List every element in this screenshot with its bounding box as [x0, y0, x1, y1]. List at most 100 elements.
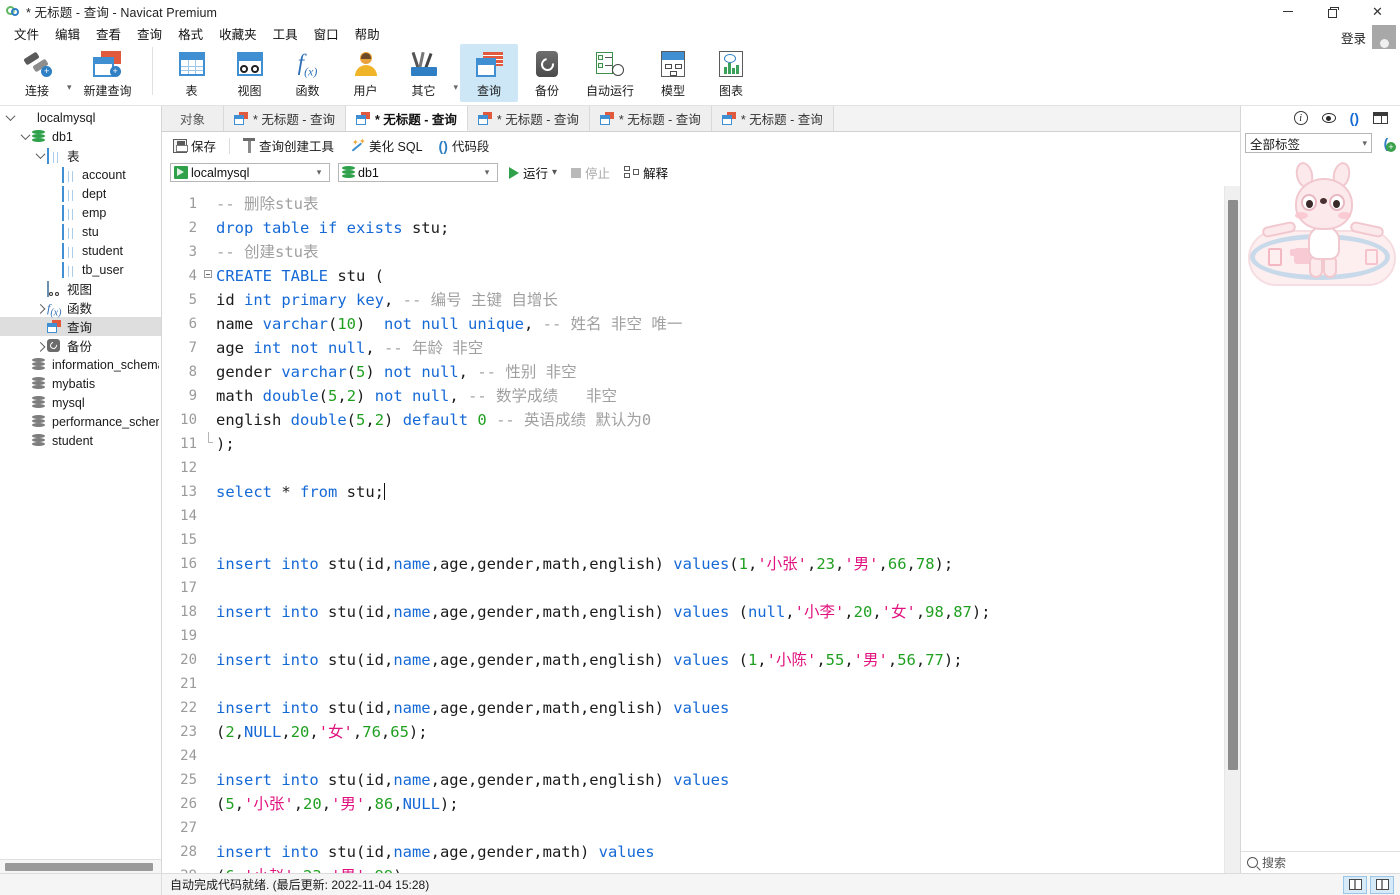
toolbar-chart-button[interactable]: 图表 [702, 44, 760, 102]
minimize-button[interactable] [1265, 0, 1310, 22]
toolbar-table-button[interactable]: 表 [163, 44, 221, 102]
editor-vertical-scrollbar[interactable] [1224, 186, 1240, 873]
tab-query-3[interactable]: * 无标题 - 查询 [467, 106, 590, 131]
code-line[interactable]: 22 insert into stu(id,name,age,gender,mat… [162, 696, 1224, 720]
tree-item-db1[interactable]: db1 [0, 127, 161, 146]
add-snippet-icon[interactable]: (+ [1376, 133, 1396, 153]
connection-chevron-down-icon[interactable]: ▾ [67, 82, 72, 93]
save-button[interactable]: 保存 [170, 134, 219, 157]
toolbar-other-button[interactable]: 其它 [395, 44, 453, 102]
menu-tools[interactable]: 工具 [265, 22, 306, 45]
code-line[interactable]: 15 [162, 528, 1224, 552]
tree-item-student[interactable]: student [0, 431, 161, 450]
tree-item-dept[interactable]: dept [0, 184, 161, 203]
beautify-sql-button[interactable]: ✦ ✦ 美化 SQL [347, 134, 426, 157]
tree-item-emp[interactable]: emp [0, 203, 161, 222]
menu-favorites[interactable]: 收藏夹 [211, 22, 265, 45]
tree-item--[interactable]: 查询 [0, 317, 161, 336]
code-line[interactable]: 24 [162, 744, 1224, 768]
code-line[interactable]: 27 [162, 816, 1224, 840]
code-line[interactable]: 8 gender varchar(5) not null, -- 性别 非空 [162, 360, 1224, 384]
toolbar-automation-button[interactable]: 自动运行 [576, 44, 644, 102]
code-line[interactable]: 11); [162, 432, 1224, 456]
menu-file[interactable]: 文件 [6, 22, 47, 45]
explain-button[interactable]: 解释 [621, 162, 671, 183]
code-line[interactable]: 13 select * from stu; [162, 480, 1224, 504]
toolbar-model-button[interactable]: 模型 [644, 44, 702, 102]
code-line[interactable]: 10 english double(5,2) default 0 -- 英语成绩 … [162, 408, 1224, 432]
sidebar-horizontal-scrollbar[interactable] [0, 859, 161, 873]
tree-item--[interactable]: 备份 [0, 336, 161, 355]
login-link[interactable]: 登录 [1341, 28, 1366, 47]
code-line[interactable]: 25 insert into stu(id,name,age,gender,mat… [162, 768, 1224, 792]
tree-item-mybatis[interactable]: mybatis [0, 374, 161, 393]
tree-item-student[interactable]: student [0, 241, 161, 260]
code-line[interactable]: 21 [162, 672, 1224, 696]
tree-expander[interactable] [34, 149, 47, 160]
other-chevron-down-icon[interactable]: ▾ [454, 82, 459, 93]
tag-filter-select[interactable]: 全部标签 ▾ [1245, 133, 1372, 153]
code-line[interactable]: 9 math double(5,2) not null, -- 数学成绩 非空 [162, 384, 1224, 408]
code-line[interactable]: 12 [162, 456, 1224, 480]
tree-expander[interactable] [4, 111, 17, 122]
database-select[interactable]: db1 ▾ [338, 163, 498, 182]
connection-select[interactable]: localmysql ▾ [170, 163, 330, 182]
toolbar-view-button[interactable]: 视图 [221, 44, 279, 102]
tab-query-1[interactable]: * 无标题 - 查询 [224, 106, 346, 131]
tree-item--[interactable]: f(x) 函数 [0, 298, 161, 318]
code-line[interactable]: 16 insert into stu(id,name,age,gender,mat… [162, 552, 1224, 576]
table-grid-icon[interactable] [1373, 112, 1388, 124]
toolbar-user-button[interactable]: 用户 [337, 44, 395, 102]
run-chevron-down-icon[interactable]: ▾ [552, 167, 557, 178]
code-line[interactable]: 28 insert into stu(id,name,age,gender,mat… [162, 840, 1224, 864]
tree-item-performance_schema[interactable]: performance_schema [0, 412, 161, 431]
menu-view[interactable]: 查看 [88, 22, 129, 45]
tree-expander[interactable] [34, 303, 47, 314]
tree-expander[interactable] [19, 130, 32, 141]
toolbar-connection-button[interactable]: + 连接 [8, 44, 66, 102]
close-button[interactable]: ✕ [1355, 0, 1400, 22]
avatar[interactable] [1372, 25, 1396, 49]
tab-objects[interactable]: 对象 [162, 106, 224, 131]
run-button[interactable]: 运行 ▾ [506, 162, 560, 183]
menu-edit[interactable]: 编辑 [47, 22, 88, 45]
sidebar-scroll-thumb[interactable] [5, 863, 153, 871]
toolbar-query-button[interactable]: 查询 [460, 44, 519, 102]
query-builder-button[interactable]: 查询创建工具 [240, 134, 337, 157]
parentheses-icon[interactable]: () [1350, 111, 1359, 125]
code-line[interactable]: 26 (5,'小张',20,'男',86,NULL); [162, 792, 1224, 816]
tree-item-information_schema[interactable]: information_schema [0, 355, 161, 374]
tree-item-account[interactable]: account [0, 165, 161, 184]
menu-format[interactable]: 格式 [170, 22, 211, 45]
code-line[interactable]: 19 [162, 624, 1224, 648]
code-line[interactable]: 5 id int primary key, -- 编号 主键 自增长 [162, 288, 1224, 312]
code-snippet-button[interactable]: () 代码段 [436, 134, 493, 157]
tab-query-4[interactable]: * 无标题 - 查询 [589, 106, 712, 131]
tree-item-localmysql[interactable]: localmysql [0, 108, 161, 127]
tree-expander[interactable] [34, 341, 47, 352]
tree-item-mysql[interactable]: mysql [0, 393, 161, 412]
tree-item--[interactable]: 表 [0, 146, 161, 165]
code-line[interactable]: 29 (6,'小赵',23,'男',99); [162, 864, 1224, 873]
code-line[interactable]: 17 [162, 576, 1224, 600]
menu-window[interactable]: 窗口 [306, 22, 347, 45]
tree-item-stu[interactable]: stu [0, 222, 161, 241]
snippet-list[interactable] [1241, 156, 1400, 851]
menu-query[interactable]: 查询 [129, 22, 170, 45]
tree-item-tb_user[interactable]: tb_user [0, 260, 161, 279]
fold-marker[interactable] [202, 264, 214, 288]
code-line[interactable]: 4 CREATE TABLE stu ( [162, 264, 1224, 288]
layout-view-2-icon[interactable] [1370, 875, 1394, 894]
toolbar-new-query-button[interactable]: + 新建查询 [74, 44, 142, 102]
layout-view-1-icon[interactable] [1343, 875, 1367, 894]
editor-scroll-thumb[interactable] [1228, 200, 1238, 770]
eye-icon[interactable] [1321, 113, 1336, 123]
tab-query-5[interactable]: * 无标题 - 查询 [711, 106, 834, 131]
info-icon[interactable]: i [1293, 111, 1308, 125]
code-line[interactable]: 7 age int not null, -- 年龄 非空 [162, 336, 1224, 360]
code-line[interactable]: 1 -- 删除stu表 [162, 192, 1224, 216]
code-line[interactable]: 14 [162, 504, 1224, 528]
code-line[interactable]: 2 drop table if exists stu; [162, 216, 1224, 240]
code-line[interactable]: 20 insert into stu(id,name,age,gender,mat… [162, 648, 1224, 672]
menu-help[interactable]: 帮助 [347, 22, 388, 45]
